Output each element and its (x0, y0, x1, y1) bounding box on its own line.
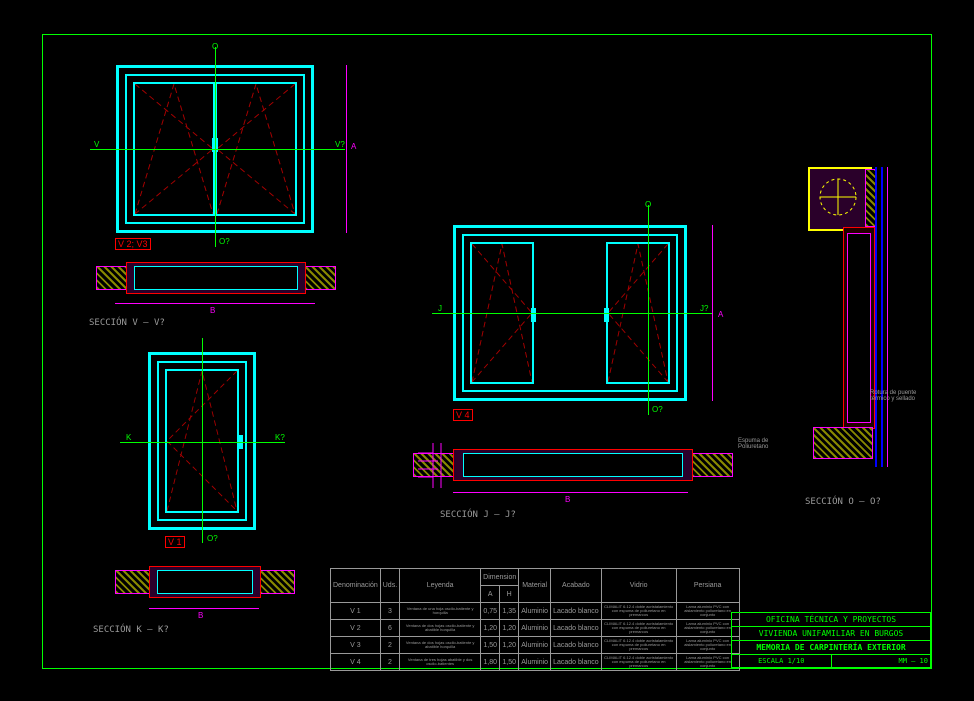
th-denom: Denominación (331, 569, 381, 603)
axis-o-bot2: O? (207, 534, 218, 543)
axis-j-left: J (438, 304, 442, 313)
th-pers: Persiana (676, 569, 739, 603)
tag-v1: V 1 (165, 536, 185, 548)
tag-v4: V 4 (453, 409, 473, 421)
note-rotura: Rotura de puente térmico y sellado (870, 390, 916, 402)
axis-o-bot: O? (219, 237, 230, 246)
section-vv (96, 258, 336, 296)
table-row: V 13Ventana de una hoja oscilo-batiente … (331, 603, 740, 620)
th-acab: Acabado (551, 569, 602, 603)
tb-project: VIVIENDA UNIFAMILIAR EN BURGOS (732, 626, 930, 640)
label-section-jj: SECCIÓN J — J? (440, 510, 516, 520)
th-dim: Dimension (481, 569, 519, 586)
tb-office: OFICINA TÉCNICA Y PROYECTOS (732, 613, 930, 626)
axis-o-top: O (212, 42, 218, 51)
section-kk (115, 562, 295, 600)
title-block: OFICINA TÉCNICA Y PROYECTOS VIVIENDA UNI… (731, 612, 931, 668)
hatch-detail-left (413, 433, 453, 493)
label-section-kk: SECCIÓN K — K? (93, 625, 169, 635)
dim-b-1: B (210, 306, 215, 315)
tb-scale: ESCALA 1/10 (732, 655, 832, 667)
dim-b-3: B (565, 495, 570, 504)
label-section-oo: SECCIÓN O — O? (805, 497, 881, 507)
axis-v-left: V (94, 140, 99, 149)
dim-a-2: A (718, 310, 723, 319)
table-row: V 42Ventana de tres hojas abatible y dos… (331, 654, 740, 671)
axis-j-right: J? (700, 304, 708, 313)
th-a: A (481, 586, 500, 603)
th-ley: Leyenda (400, 569, 481, 603)
table-row: V 32Ventana de dos hojas oscilo-batiente… (331, 637, 740, 654)
dim-a-1: A (351, 142, 356, 151)
axis-o-top2: O (645, 200, 651, 209)
axis-k-left: K (126, 433, 131, 442)
table-row: V 26Ventana de dos hojas oscilo-batiente… (331, 620, 740, 637)
tag-v23: V 2; V3 (115, 238, 151, 250)
note-espuma: Espuma de Poliuretano (738, 438, 768, 450)
th-mat: Material (519, 569, 551, 603)
tb-code: MM – 10 (832, 655, 931, 667)
dim-b-2: B (198, 611, 203, 620)
axis-o-bot3: O? (652, 405, 663, 414)
axis-v-right: V? (335, 140, 345, 149)
th-h: H (500, 586, 519, 603)
axis-k-right: K? (275, 433, 285, 442)
th-vidrio: Vidrio (601, 569, 676, 603)
tb-sheet-title: MEMORIA DE CARPINTERÍA EXTERIOR (732, 640, 930, 654)
window-schedule-table: Denominación Uds. Leyenda Dimension Mate… (330, 568, 740, 671)
label-section-vv: SECCIÓN V — V? (89, 318, 165, 328)
section-oo (803, 167, 898, 477)
section-jj (413, 445, 733, 483)
th-uds: Uds. (380, 569, 399, 603)
